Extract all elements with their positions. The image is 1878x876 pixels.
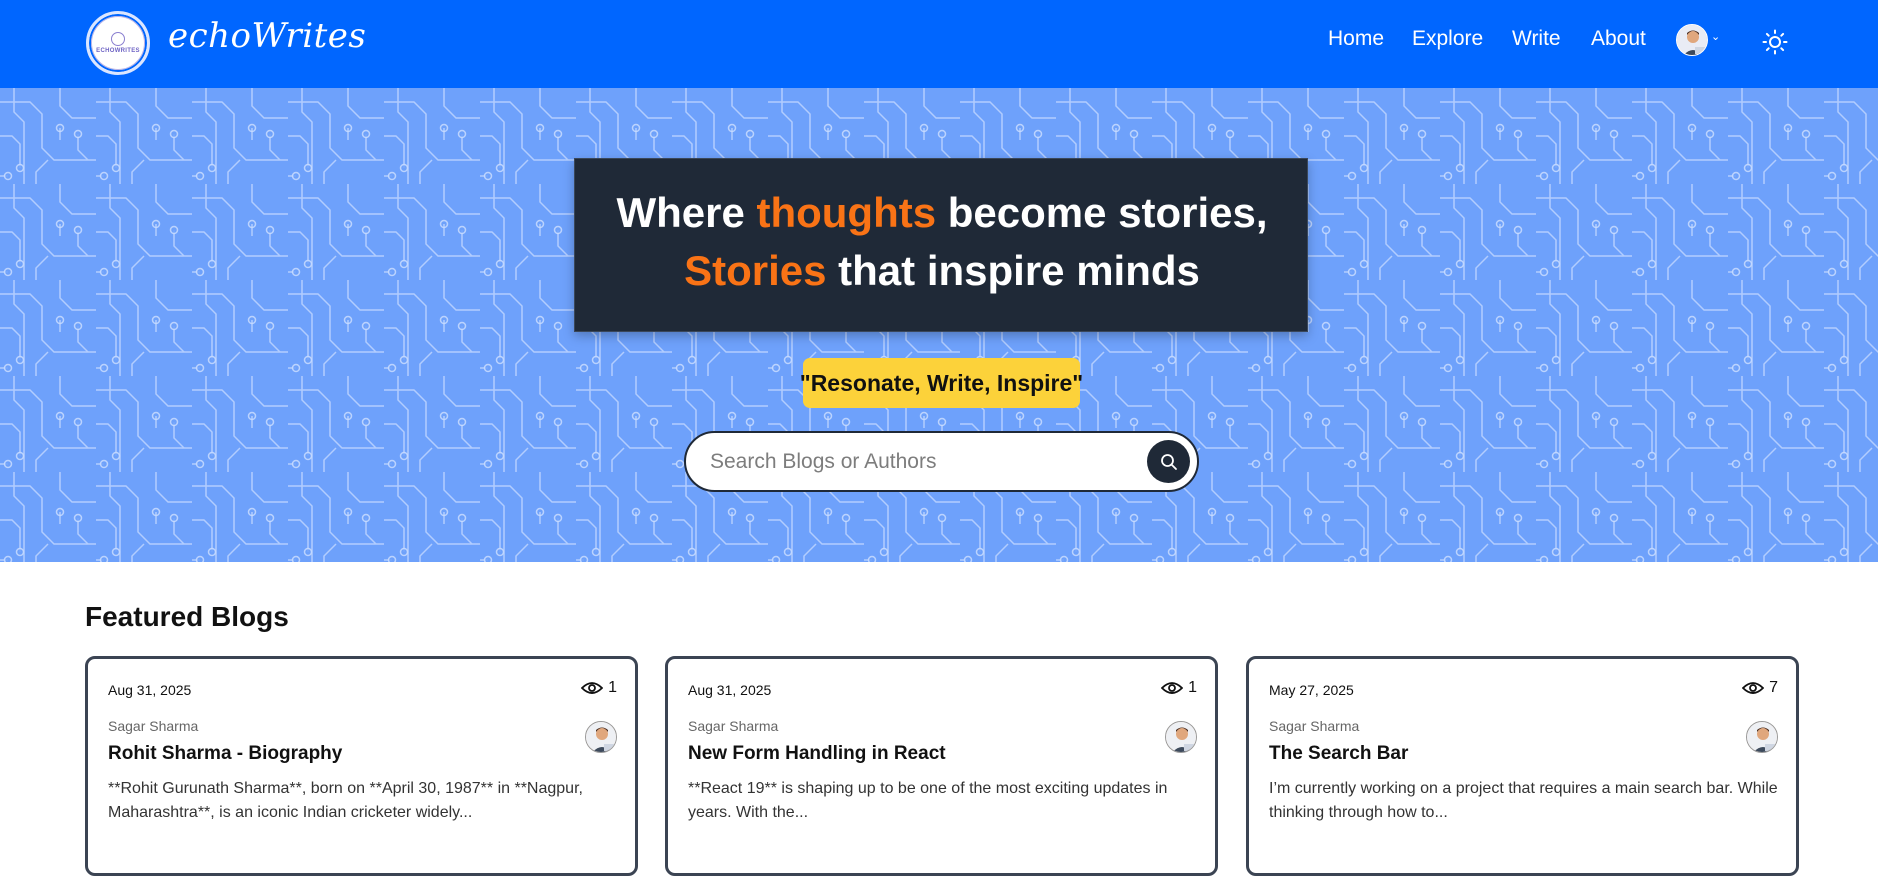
headline-box: Where thoughts become stories, Stories t…	[574, 158, 1308, 332]
logo-text: ECHOWRITES	[96, 48, 140, 54]
card-excerpt: I’m currently working on a project that …	[1269, 780, 1778, 821]
card-date: Aug 31, 2025	[688, 682, 772, 698]
headline-accent: thoughts	[756, 189, 937, 236]
card-date: May 27, 2025	[1269, 682, 1354, 698]
search-button[interactable]	[1147, 440, 1190, 483]
nav-explore[interactable]: Explore	[1412, 27, 1483, 51]
headline-line-1: Where thoughts become stories,	[575, 189, 1309, 237]
hero-section: Where thoughts become stories, Stories t…	[0, 88, 1878, 562]
tagline-badge: "Resonate, Write, Inspire"	[800, 358, 1083, 408]
brand-name[interactable]: echoWrites	[168, 16, 366, 56]
view-count-value: 1	[1188, 679, 1197, 696]
featured-title: Featured Blogs	[85, 601, 289, 632]
blog-card[interactable]: Aug 31, 2025 1 Sagar Sharma Rohit Sharma…	[85, 656, 638, 876]
headline-accent: Stories	[684, 247, 827, 294]
card-excerpt: **React 19** is shaping up to be one of …	[688, 780, 1168, 821]
card-author[interactable]: Sagar Sharma	[1269, 718, 1359, 734]
nav-write[interactable]: Write	[1512, 27, 1561, 51]
avatar-illustration	[1166, 722, 1196, 752]
avatar-illustration	[1677, 25, 1707, 55]
eye-icon	[1161, 682, 1184, 694]
headline-line-2: Stories that inspire minds	[575, 247, 1309, 295]
nav-home[interactable]: Home	[1328, 27, 1384, 51]
card-author[interactable]: Sagar Sharma	[108, 718, 198, 734]
view-count-value: 7	[1769, 679, 1778, 696]
view-count: 1	[1161, 679, 1197, 697]
headline-text: become stories,	[936, 189, 1268, 236]
card-title[interactable]: Rohit Sharma - Biography	[108, 743, 342, 765]
headline-text: that inspire minds	[826, 247, 1200, 294]
chevron-down-icon[interactable]: ⌄	[1711, 30, 1720, 43]
search-input[interactable]	[710, 445, 1110, 479]
card-date: Aug 31, 2025	[108, 682, 192, 698]
headline-text: Where	[616, 189, 757, 236]
avatar-illustration	[586, 722, 616, 752]
author-avatar-icon[interactable]	[1165, 721, 1197, 753]
eye-icon	[581, 682, 604, 694]
card-title[interactable]: The Search Bar	[1269, 743, 1408, 765]
view-count: 7	[1742, 679, 1778, 697]
avatar-illustration	[1747, 722, 1777, 752]
author-avatar-icon[interactable]	[585, 721, 617, 753]
feather-icon	[111, 32, 125, 46]
search-icon	[1160, 453, 1177, 470]
navbar: ECHOWRITES echoWrites Home Explore Write…	[0, 0, 1878, 88]
view-count: 1	[581, 679, 617, 697]
card-title[interactable]: New Form Handling in React	[688, 743, 946, 765]
logo-ring: ECHOWRITES	[91, 16, 145, 70]
view-count-value: 1	[608, 679, 617, 696]
user-avatar-icon[interactable]	[1676, 24, 1708, 56]
blog-card[interactable]: Aug 31, 2025 1 Sagar Sharma New Form Han…	[665, 656, 1218, 876]
eye-icon	[1742, 682, 1765, 694]
nav-about[interactable]: About	[1591, 27, 1646, 51]
search-bar	[684, 431, 1199, 492]
blog-card[interactable]: May 27, 2025 7 Sagar Sharma The Search B…	[1246, 656, 1799, 876]
card-author[interactable]: Sagar Sharma	[688, 718, 778, 734]
sun-icon[interactable]	[1762, 29, 1788, 55]
brand-logo[interactable]: ECHOWRITES	[86, 11, 150, 75]
author-avatar-icon[interactable]	[1746, 721, 1778, 753]
card-excerpt: **Rohit Gurunath Sharma**, born on **Apr…	[108, 780, 583, 821]
